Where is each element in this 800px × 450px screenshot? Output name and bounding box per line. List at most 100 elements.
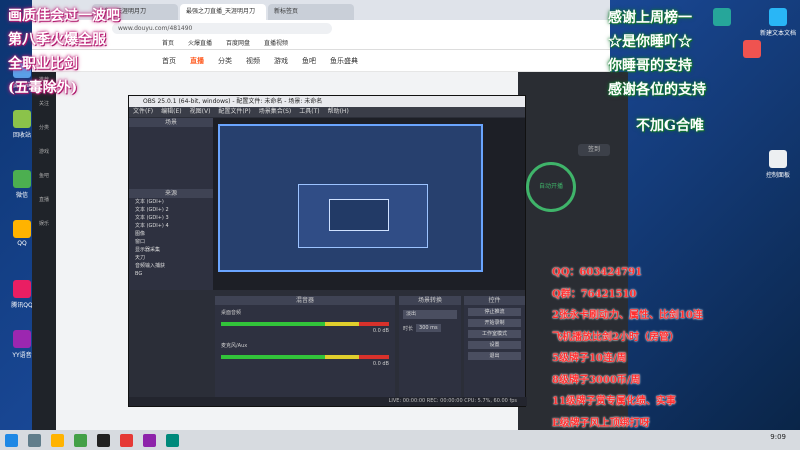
- menu-edit[interactable]: 编辑(E): [161, 107, 181, 117]
- exit-button[interactable]: 退出: [468, 352, 521, 360]
- info-line: 11级牌子赏专属化绩、实事: [552, 396, 676, 407]
- preview-recursive-screen-3: [329, 199, 389, 231]
- source-item[interactable]: 窗口: [129, 238, 213, 246]
- nav-category[interactable]: 分类: [218, 56, 232, 66]
- sidebar-item[interactable]: 直播: [32, 192, 56, 216]
- bookmark-item[interactable]: 火爆直播: [188, 38, 212, 47]
- menu-profile[interactable]: 配置文件(P): [218, 107, 250, 117]
- nav-game[interactable]: 游戏: [274, 56, 288, 66]
- app-icon[interactable]: [166, 433, 179, 447]
- obs-window: OBS 25.0.1 (64-bit, windows) - 配置文件: 未命名…: [128, 95, 527, 407]
- info-line: QQ：603424791: [552, 267, 643, 278]
- nav-live[interactable]: 直播: [190, 56, 204, 66]
- desktop-icon-8[interactable]: 控制面板: [756, 150, 800, 179]
- source-item[interactable]: 音频输入捕获: [129, 262, 213, 270]
- settings-button[interactable]: 设置: [468, 341, 521, 349]
- overlay-right-line: 不加G合唯: [636, 118, 704, 134]
- overlay-left-text: 画质佳会过一波吧 第八季火爆全服 全职业比剑 (五毒除外): [8, 4, 120, 100]
- source-item[interactable]: 文本 (GDI+) 2: [129, 206, 213, 214]
- auto-live-button[interactable]: 自动开播: [526, 162, 576, 212]
- taskbar: 9:09: [0, 430, 800, 450]
- nav-home[interactable]: 首页: [162, 56, 176, 66]
- obs-preview[interactable]: [213, 118, 525, 290]
- info-line: 5级牌子10连/周: [552, 353, 627, 364]
- browser-icon[interactable]: [74, 433, 87, 447]
- controls-header: 控件: [464, 296, 525, 305]
- menu-tools[interactable]: 工具(T): [299, 107, 319, 117]
- overlay-right-text: 感谢上周榜一 ☆是你睡吖☆ 你睡哥的支持 感谢各位的支持 不加G合唯: [608, 6, 706, 138]
- menu-scenes[interactable]: 场景集合(S): [259, 107, 292, 117]
- info-line: 2张永卡刷动力、属性、比剑10连: [552, 310, 703, 321]
- site-sidebar: 推荐 关注 分类 游戏 鱼吧 直播 娱乐: [32, 72, 56, 430]
- studio-mode-button[interactable]: 工作室模式: [468, 330, 521, 338]
- mixer-track-name: 麦克风/Aux: [221, 343, 248, 349]
- transition-select[interactable]: 淡出: [403, 310, 457, 319]
- overlay-left-line: 全职业比剑: [8, 56, 78, 72]
- overlay-left-line: (五毒除外): [8, 80, 78, 96]
- obs-transitions: 场景转换 淡出 时长 300 ms: [399, 296, 461, 404]
- info-line: 飞机播放比剑2小时（房管）: [552, 331, 679, 343]
- menu-view[interactable]: 视图(V): [190, 107, 211, 117]
- source-item[interactable]: BG: [129, 270, 213, 278]
- info-line: Q群：76421510: [552, 288, 637, 300]
- browser-tab[interactable]: 新标签页: [268, 4, 354, 20]
- sources-header: 来源: [129, 189, 213, 198]
- source-item[interactable]: 文本 (GDI+) 3: [129, 214, 213, 222]
- browser-tab-active[interactable]: 最强之刀直播_天涯明月刀: [180, 4, 266, 20]
- menu-file[interactable]: 文件(F): [133, 107, 153, 117]
- scenes-header: 场景: [129, 118, 213, 127]
- overlay-left-line: 第八季火爆全服: [8, 32, 106, 48]
- bookmark-item[interactable]: 首页: [162, 38, 174, 47]
- search-icon[interactable]: [28, 433, 41, 447]
- obs-controls: 控件 停止推流 开始录制 工作室模式 设置 退出: [464, 296, 525, 404]
- menu-help[interactable]: 帮助(H): [328, 107, 349, 117]
- obs-icon[interactable]: [97, 433, 110, 447]
- url-field[interactable]: www.douyu.com/481490: [112, 22, 332, 34]
- nav-festival[interactable]: 鱼乐盛典: [330, 56, 358, 66]
- volume-meter: [221, 355, 389, 359]
- bookmark-item[interactable]: 百度网盘: [226, 38, 250, 47]
- app-icon[interactable]: [120, 433, 133, 447]
- source-item[interactable]: 文本 (GDI+): [129, 198, 213, 206]
- source-item[interactable]: 文本 (GDI+) 4: [129, 222, 213, 230]
- start-recording-button[interactable]: 开始录制: [468, 319, 521, 327]
- mixer-db: 0.0 dB: [372, 361, 389, 367]
- transitions-header: 场景转换: [399, 296, 461, 305]
- sidebar-item[interactable]: 游戏: [32, 144, 56, 168]
- start-icon[interactable]: [5, 433, 18, 447]
- overlay-left-line: 画质佳会过一波吧: [8, 8, 120, 24]
- sidebar-item[interactable]: 鱼吧: [32, 168, 56, 192]
- bookmark-item[interactable]: 直播视频: [264, 38, 288, 47]
- sidebar-item[interactable]: 娱乐: [32, 216, 56, 240]
- source-item[interactable]: 显示器采集: [129, 246, 213, 254]
- overlay-right-line: 感谢上周榜一: [608, 10, 692, 26]
- obs-title: OBS 25.0.1 (64-bit, windows) - 配置文件: 未命名…: [129, 96, 525, 107]
- obs-sources-panel: 场景 来源 文本 (GDI+) 文本 (GDI+) 2 文本 (GDI+) 3 …: [129, 118, 213, 290]
- desktop-icon-10[interactable]: [730, 40, 774, 60]
- overlay-right-line: 感谢各位的支持: [608, 82, 706, 98]
- source-item[interactable]: 天刀: [129, 254, 213, 262]
- app-icon[interactable]: [143, 433, 156, 447]
- overlay-info-list: QQ：603424791 Q群：76421510 2张永卡刷动力、属性、比剑10…: [552, 262, 703, 434]
- obs-statusbar: LIVE: 00:00:00 REC: 00:00:00 CPU: 5.7%, …: [129, 397, 527, 406]
- nav-video[interactable]: 视频: [246, 56, 260, 66]
- volume-meter: [221, 322, 389, 326]
- explorer-icon[interactable]: [51, 433, 64, 447]
- checkin-button[interactable]: 签到: [578, 144, 610, 156]
- duration-input[interactable]: 300 ms: [416, 324, 441, 332]
- desktop-icon-9[interactable]: [700, 8, 744, 28]
- duration-label: 时长: [403, 325, 414, 332]
- info-line: 8级牌子3000币/周: [552, 374, 641, 386]
- overlay-right-line: ☆是你睡吖☆: [608, 34, 692, 50]
- source-item[interactable]: 图像: [129, 230, 213, 238]
- taskbar-clock[interactable]: 9:09: [770, 433, 786, 441]
- overlay-right-line: 你睡哥的支持: [608, 58, 692, 74]
- stop-stream-button[interactable]: 停止推流: [468, 308, 521, 316]
- clock-time: 9:09: [770, 433, 786, 441]
- nav-fishbar[interactable]: 鱼吧: [302, 56, 316, 66]
- desktop-icon-7[interactable]: 新建文本文档: [756, 8, 800, 37]
- obs-audio-mixer: 混音器 桌面音频 0.0 dB 麦克风/Aux 0.0 dB: [215, 296, 395, 404]
- preview-recursive-screen: [218, 124, 483, 272]
- sidebar-item[interactable]: 分类: [32, 120, 56, 144]
- scene-list[interactable]: [129, 127, 213, 189]
